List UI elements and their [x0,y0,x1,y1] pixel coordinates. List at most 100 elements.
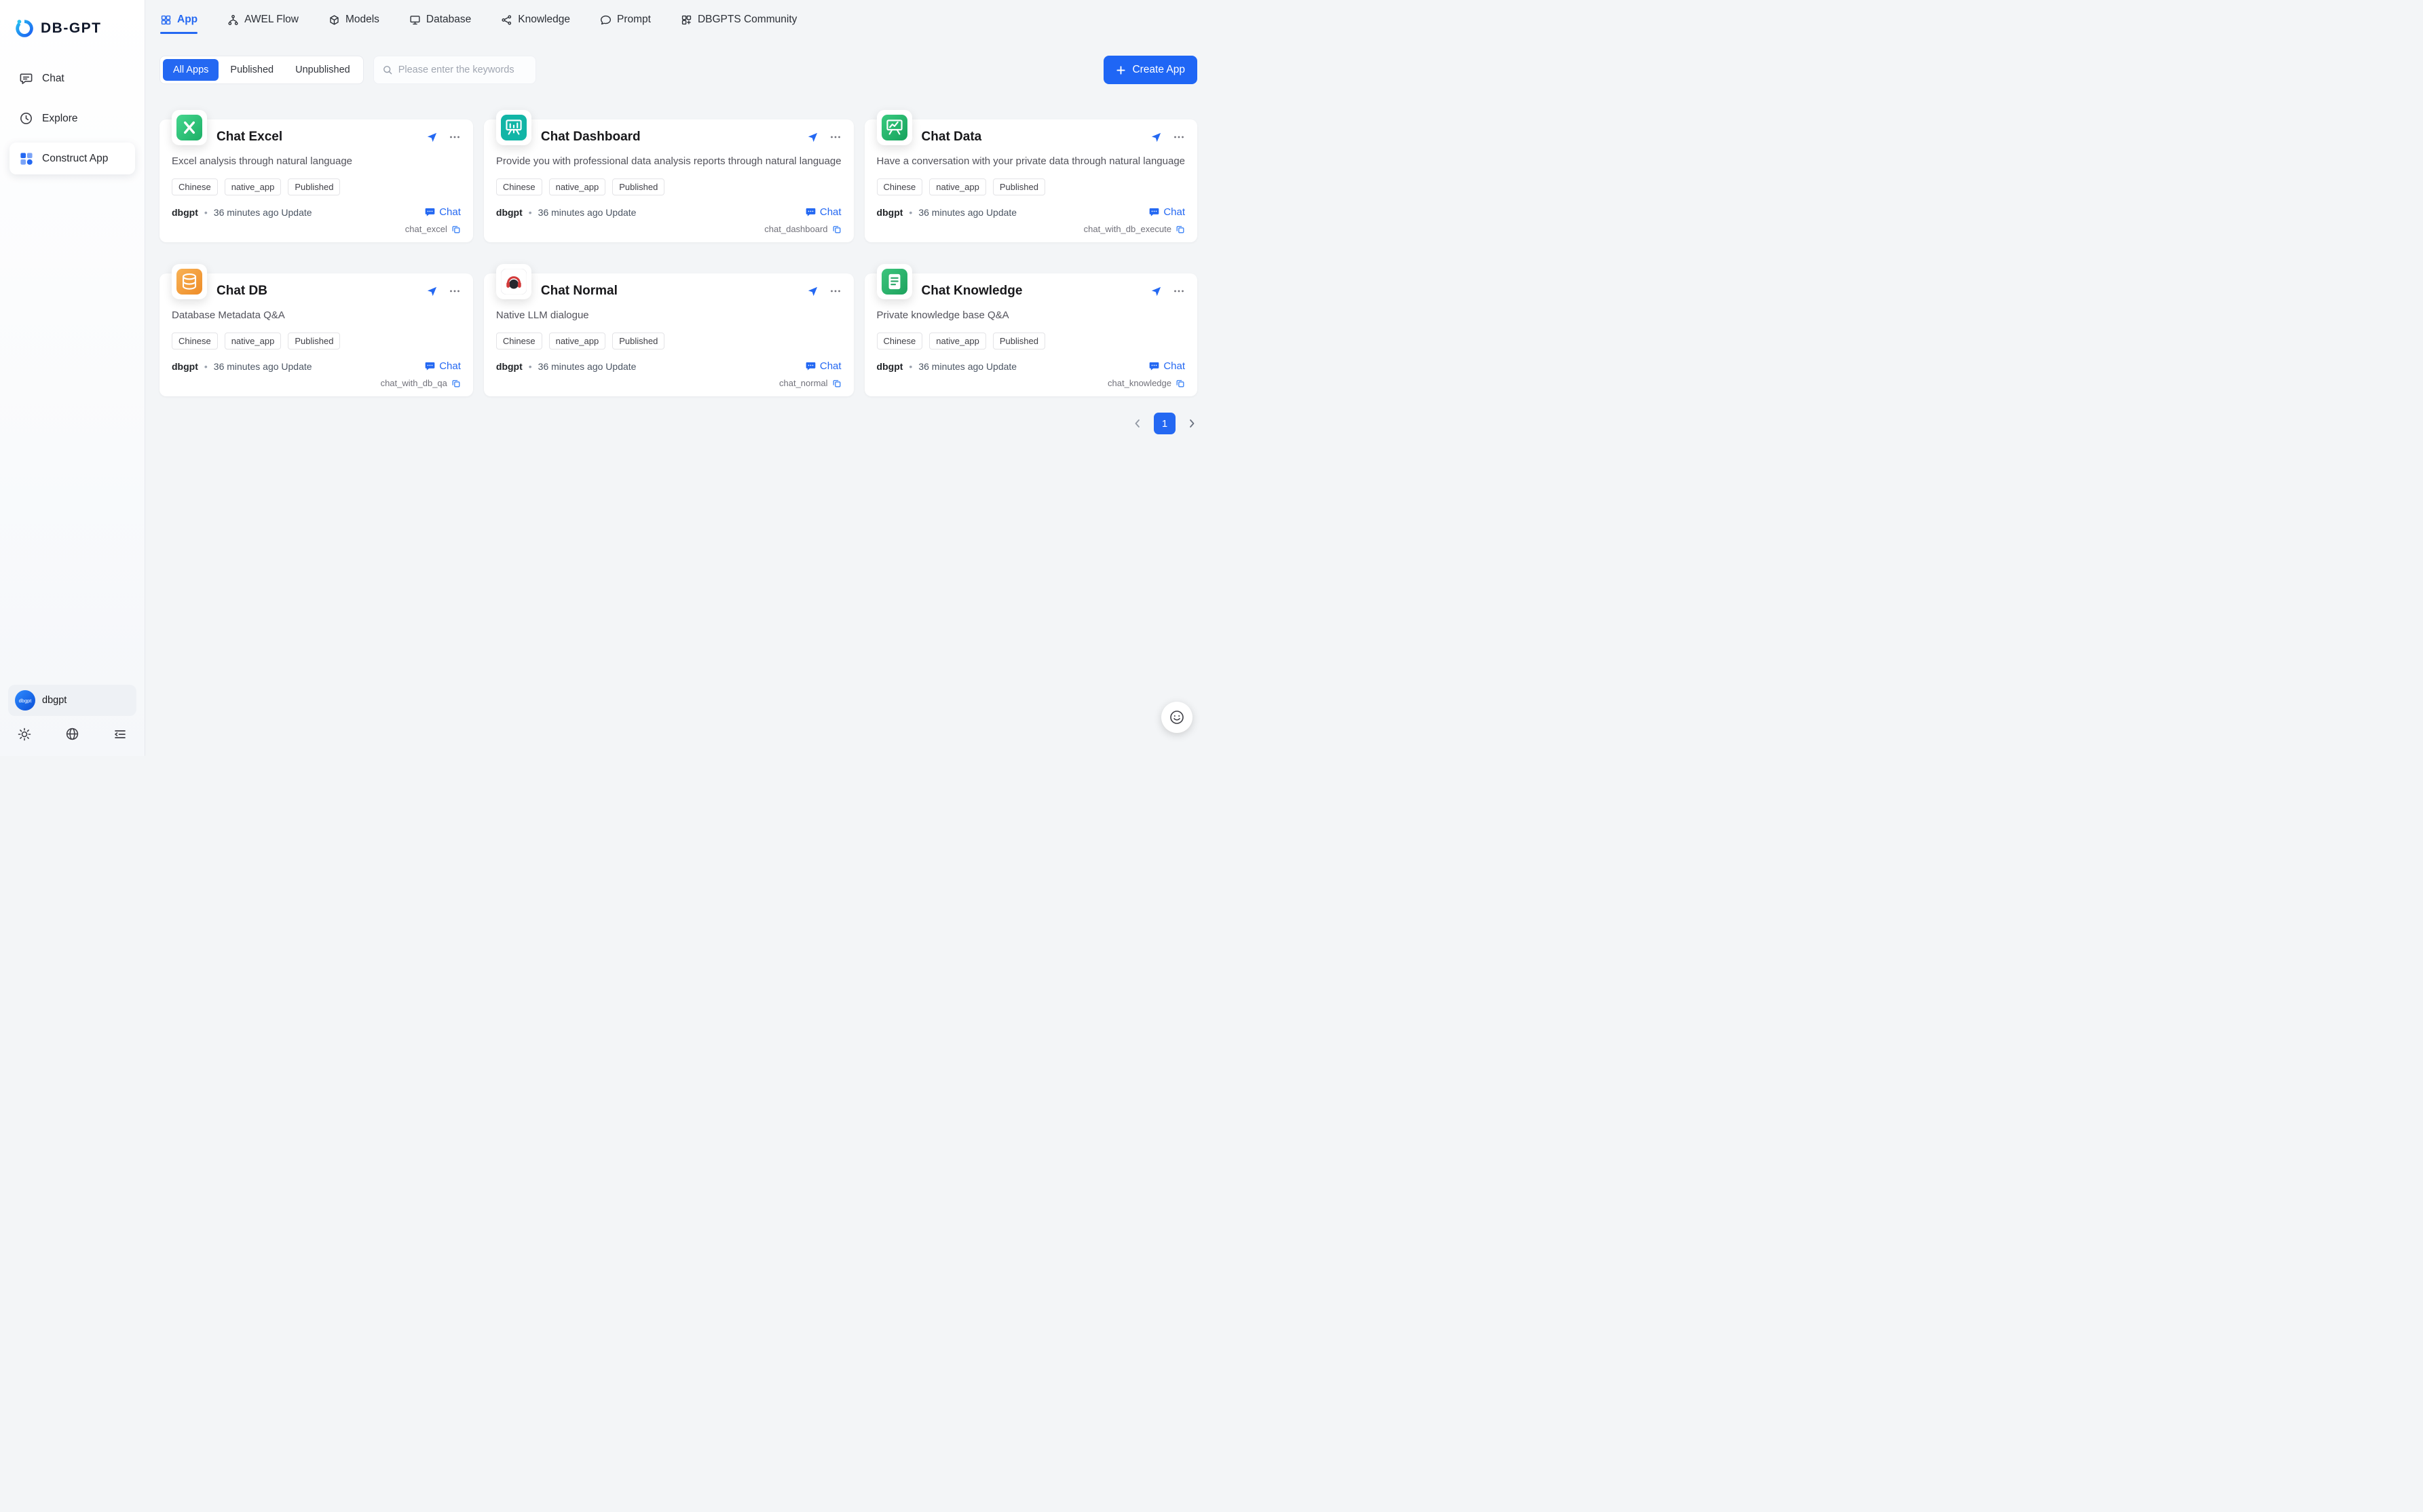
prompt-bubble-icon [600,14,612,26]
tag: Chinese [172,178,218,195]
pagination: 1 [159,413,1197,434]
pointer-icon[interactable] [807,132,819,143]
search-input[interactable] [398,64,527,75]
more-menu-icon[interactable] [1173,131,1185,143]
more-menu-icon[interactable] [829,131,842,143]
app-card-chat-knowledge[interactable]: Chat Knowledge Private knowledge base Q&… [865,273,1197,396]
chat-normal-icon [501,269,527,295]
app-updated: 36 minutes ago Update [214,361,312,372]
tab-prompt[interactable]: Prompt [600,0,651,39]
community-grid-plus-icon [681,14,692,26]
globe-icon [65,727,79,741]
tag: Published [612,178,664,195]
tab-label: Database [426,14,471,26]
next-page-button[interactable] [1186,418,1197,429]
app-card-chat-data[interactable]: Chat Data Have a conversation with your … [865,119,1197,242]
app-card-chat-excel[interactable]: Chat Excel Excel analysis through natura… [159,119,473,242]
page-1-button[interactable]: 1 [1154,413,1176,434]
copy-icon[interactable] [832,225,842,234]
search-box[interactable] [373,56,536,84]
app-description: Private knowledge base Q&A [877,309,1185,321]
app-owner: dbgpt [877,207,903,218]
tab-app[interactable]: App [160,0,198,39]
chat-button[interactable]: Chat [425,360,461,372]
chat-button[interactable]: Chat [806,360,842,372]
tab-knowledge[interactable]: Knowledge [501,0,570,39]
chat-bubble-icon [1149,361,1159,371]
app-owner: dbgpt [172,361,198,372]
pointer-icon[interactable] [807,286,819,297]
avatar: dbgpt [15,690,35,711]
filter-all-apps[interactable]: All Apps [163,59,219,81]
top-navigation: App AWEL Flow Models Database [145,0,1212,39]
brand-logo[interactable]: DB-GPT [0,0,145,62]
app-owner: dbgpt [172,207,198,218]
sidebar-item-chat[interactable]: Chat [10,62,135,94]
collapse-sidebar-button[interactable] [113,727,127,741]
app-title: Chat Dashboard [541,130,641,145]
filter-published[interactable]: Published [220,59,284,81]
sidebar-footer [8,716,136,751]
more-menu-icon[interactable] [1173,285,1185,297]
pointer-icon[interactable] [1150,132,1162,143]
more-menu-icon[interactable] [829,285,842,297]
knowledge-share-icon [501,14,512,26]
app-card-chat-db[interactable]: Chat DB Database Metadata Q&A Chinese na… [159,273,473,396]
app-card-chat-normal[interactable]: Chat Normal Native LLM dialogue Chinese … [484,273,854,396]
pointer-icon[interactable] [426,286,438,297]
tag: Chinese [496,178,542,195]
app-description: Database Metadata Q&A [172,309,461,321]
pointer-icon[interactable] [426,132,438,143]
filter-unpublished[interactable]: Unpublished [285,59,360,81]
chat-button-label: Chat [439,360,461,372]
chat-bubble-icon [1149,207,1159,217]
content-area: All Apps Published Unpublished Create Ap… [145,39,1212,756]
separator-dot: • [909,207,912,218]
feedback-button[interactable] [1161,702,1192,733]
chat-db-icon [176,269,202,295]
tag: Chinese [877,178,923,195]
chat-bubble-icon [806,361,816,371]
copy-icon[interactable] [451,379,461,388]
create-app-button[interactable]: Create App [1104,56,1197,84]
more-menu-icon[interactable] [449,131,461,143]
app-grid-icon [160,14,172,26]
chat-button[interactable]: Chat [1149,360,1185,372]
chat-button[interactable]: Chat [806,206,842,218]
language-button[interactable] [65,727,79,741]
tab-label: App [177,14,198,26]
sidebar-item-explore[interactable]: Explore [10,102,135,134]
flow-branch-icon [227,14,239,26]
tag-row: Chinese native_app Published [172,178,461,195]
tab-models[interactable]: Models [328,0,379,39]
create-app-label: Create App [1132,64,1185,76]
copy-icon[interactable] [451,225,461,234]
tag: Published [288,178,340,195]
prev-page-button[interactable] [1132,418,1143,429]
tab-label: Models [345,14,379,26]
app-card-chat-dashboard[interactable]: Chat Dashboard Provide you with professi… [484,119,854,242]
theme-toggle-button[interactable] [18,727,31,741]
app-description: Excel analysis through natural language [172,155,461,167]
app-title: Chat Knowledge [922,284,1023,299]
app-owner: dbgpt [496,207,523,218]
smiley-icon [1169,709,1185,725]
sidebar-item-construct-app[interactable]: Construct App [10,143,135,174]
copy-icon[interactable] [1176,225,1185,234]
scene-name: chat_with_db_execute [1084,224,1171,234]
chevron-right-icon [1186,418,1197,429]
copy-icon[interactable] [1176,379,1185,388]
chat-button[interactable]: Chat [1149,206,1185,218]
tab-awel-flow[interactable]: AWEL Flow [227,0,299,39]
app-updated: 36 minutes ago Update [538,361,637,372]
chat-button[interactable]: Chat [425,206,461,218]
copy-icon[interactable] [832,379,842,388]
tab-dbgpts-community[interactable]: DBGPTS Community [681,0,797,39]
user-profile[interactable]: dbgpt dbgpt [8,685,136,716]
more-menu-icon[interactable] [449,285,461,297]
app-description: Native LLM dialogue [496,309,842,321]
pointer-icon[interactable] [1150,286,1162,297]
tab-database[interactable]: Database [409,0,471,39]
filter-group: All Apps Published Unpublished [159,56,364,84]
tab-label: Prompt [617,14,651,26]
